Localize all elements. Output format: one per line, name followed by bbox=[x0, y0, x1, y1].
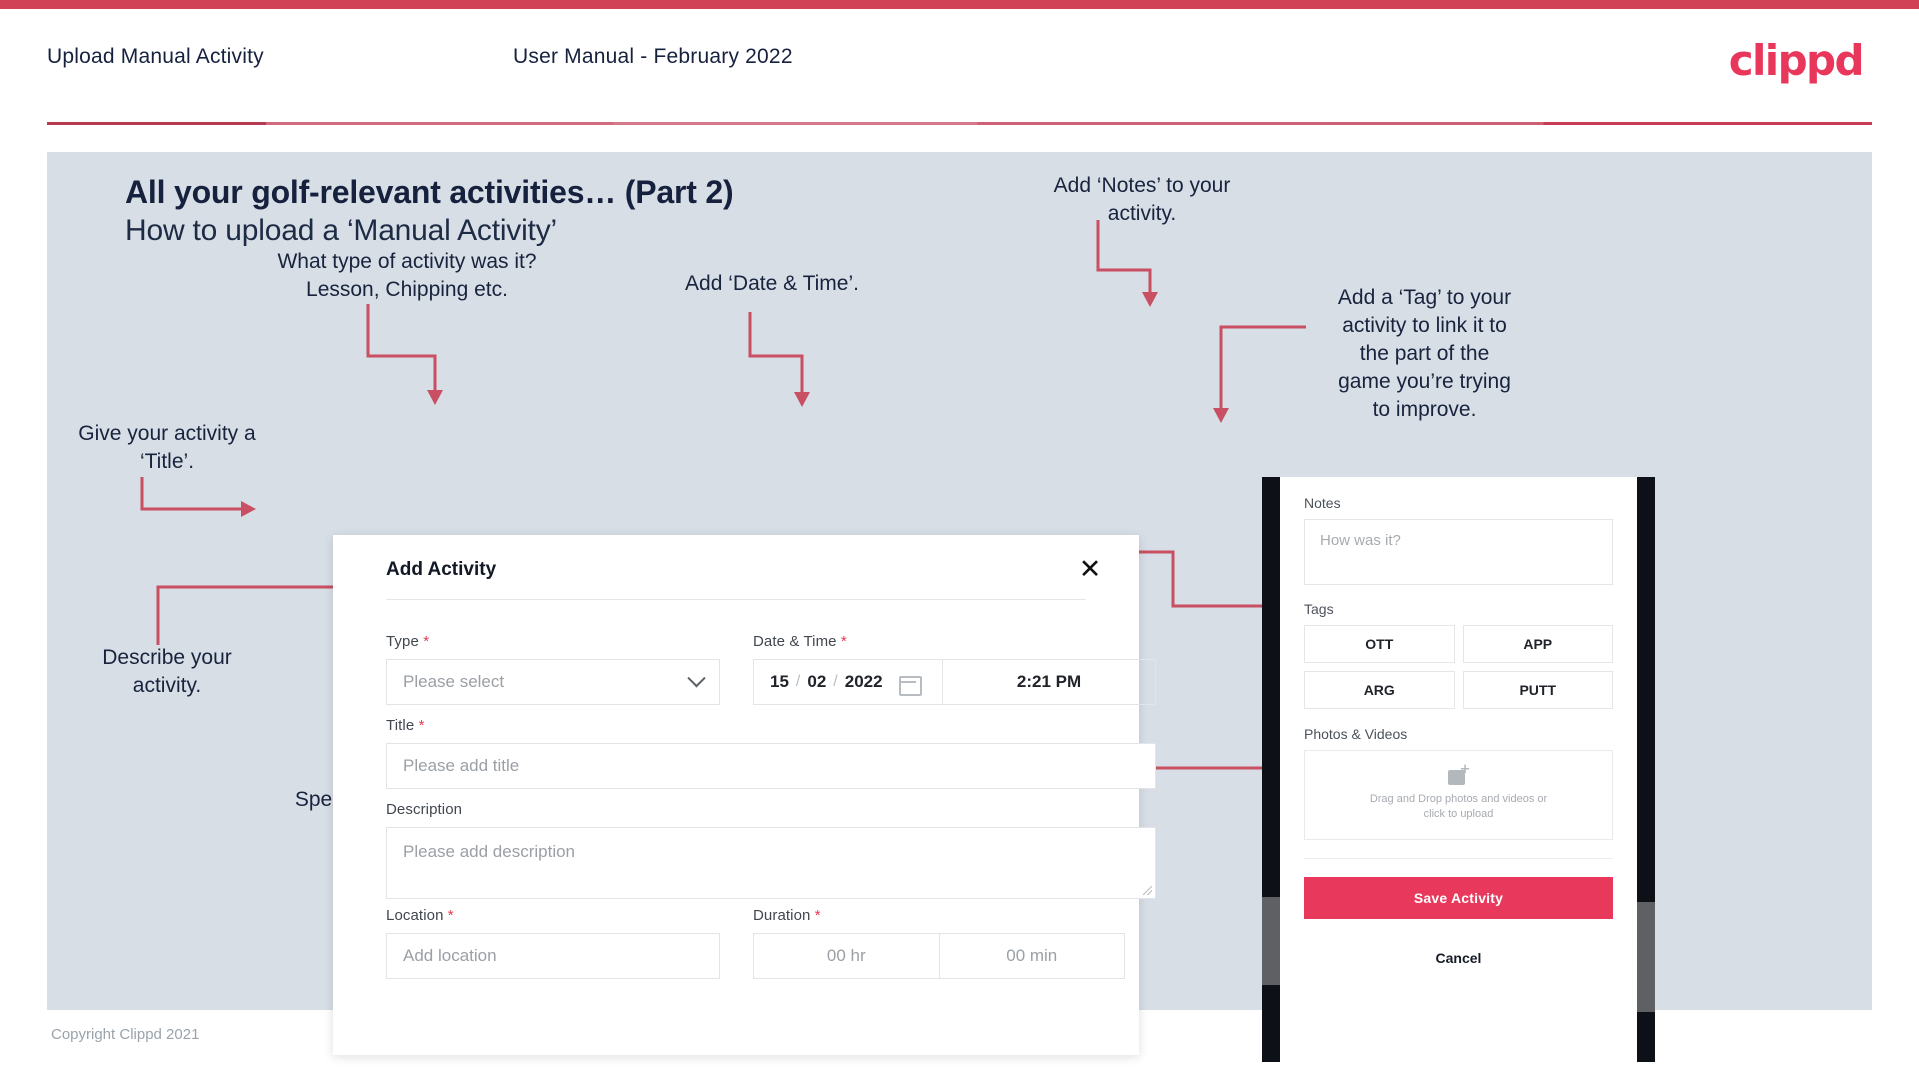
annotation-datetime: Add ‘Date & Time’. bbox=[685, 272, 859, 295]
phone-screen: Notes How was it? Tags OTT APP ARG PUTT … bbox=[1280, 477, 1637, 1062]
dialog-divider bbox=[386, 599, 1086, 600]
field-location: Location * Add location bbox=[386, 907, 720, 979]
arrow-description bbox=[155, 552, 355, 648]
header-title: Upload Manual Activity bbox=[47, 45, 264, 68]
field-datetime-label: Date & Time * bbox=[753, 633, 1156, 650]
calendar-icon[interactable] bbox=[898, 673, 922, 696]
phone-photos-label: Photos & Videos bbox=[1304, 726, 1408, 742]
phone-notes-placeholder: How was it? bbox=[1320, 532, 1401, 549]
field-location-required: * bbox=[447, 907, 454, 924]
arrow-datetime bbox=[747, 312, 817, 410]
location-input-placeholder: Add location bbox=[403, 946, 497, 965]
field-description: Description Please add description bbox=[386, 801, 1156, 899]
top-accent-bar bbox=[0, 0, 1919, 9]
field-title: Title * Please add title bbox=[386, 717, 1156, 789]
date-month: 02 bbox=[807, 672, 827, 691]
slide-page: Upload Manual Activity User Manual - Feb… bbox=[0, 0, 1919, 1079]
field-location-label-text: Location bbox=[386, 907, 444, 924]
phone-divider bbox=[1304, 858, 1613, 859]
annotation-description: Describe your activity. bbox=[102, 646, 232, 697]
annotation-title: Give your activity a ‘Title’. bbox=[78, 422, 256, 473]
field-title-label: Title * bbox=[386, 717, 1156, 734]
phone-bezel-right bbox=[1637, 477, 1655, 1062]
field-datetime: Date & Time * 15 / 02 / 2022 2:21 PM bbox=[753, 633, 1156, 705]
header-divider bbox=[47, 122, 1872, 125]
phone-tags-label: Tags bbox=[1304, 601, 1334, 617]
slide-canvas: All your golf-relevant activities… (Part… bbox=[47, 152, 1872, 1062]
description-placeholder: Please add description bbox=[403, 842, 576, 861]
description-textarea[interactable]: Please add description bbox=[386, 827, 1156, 899]
phone-tags-grid: OTT APP ARG PUTT bbox=[1304, 625, 1613, 709]
field-description-label: Description bbox=[386, 801, 463, 818]
close-icon[interactable]: ✕ bbox=[1073, 552, 1107, 586]
phone-button-right bbox=[1637, 902, 1655, 1012]
field-title-required: * bbox=[418, 717, 425, 734]
duration-hours[interactable]: 00 hr bbox=[754, 934, 939, 978]
clippd-logo: clippd bbox=[1728, 36, 1865, 85]
date-sep-1: / bbox=[795, 673, 801, 690]
arrow-notes bbox=[1095, 220, 1167, 310]
field-datetime-label-text: Date & Time bbox=[753, 633, 837, 650]
field-duration-label-text: Duration bbox=[753, 907, 811, 924]
add-activity-dialog: Add Activity ✕ Type * Please select Date… bbox=[333, 535, 1156, 1055]
header-subtitle: User Manual - February 2022 bbox=[513, 45, 793, 68]
datetime-input-group: 15 / 02 / 2022 2:21 PM bbox=[753, 659, 1156, 705]
slide-title-primary: All your golf-relevant activities… (Part… bbox=[125, 174, 734, 210]
date-year: 2022 bbox=[844, 672, 883, 691]
tag-putt[interactable]: PUTT bbox=[1462, 671, 1613, 709]
time-input[interactable]: 2:21 PM bbox=[942, 660, 1155, 704]
dialog-title: Add Activity bbox=[386, 559, 497, 580]
field-type-required: * bbox=[423, 633, 430, 650]
duration-input-group: 00 hr 00 min bbox=[753, 933, 1125, 979]
location-input[interactable]: Add location bbox=[386, 933, 720, 979]
field-duration: Duration * 00 hr 00 min bbox=[753, 907, 1125, 979]
title-input[interactable]: Please add title bbox=[386, 743, 1156, 789]
save-activity-button[interactable]: Save Activity bbox=[1304, 877, 1613, 919]
arrow-title bbox=[139, 477, 259, 525]
field-duration-label: Duration * bbox=[753, 907, 1125, 924]
dialog-header: Add Activity ✕ bbox=[333, 535, 1139, 599]
phone-bezel-left bbox=[1262, 477, 1280, 1062]
phone-dropzone-text: Drag and Drop photos and videos or click… bbox=[1369, 793, 1548, 820]
slide-title-secondary: How to upload a ‘Manual Activity’ bbox=[125, 214, 557, 247]
field-type-label-text: Type bbox=[386, 633, 419, 650]
cancel-button[interactable]: Cancel bbox=[1304, 941, 1613, 975]
tag-arg[interactable]: ARG bbox=[1304, 671, 1455, 709]
date-input[interactable]: 15 / 02 / 2022 bbox=[754, 660, 942, 704]
add-image-icon bbox=[1447, 763, 1471, 786]
arrow-type bbox=[365, 304, 460, 409]
arrow-tags bbox=[1173, 322, 1309, 432]
phone-dropzone[interactable]: Drag and Drop photos and videos or click… bbox=[1304, 750, 1613, 840]
title-input-placeholder: Please add title bbox=[403, 756, 520, 775]
type-select[interactable]: Please select bbox=[386, 659, 720, 705]
date-day: 15 bbox=[770, 672, 789, 691]
phone-mockup: Notes How was it? Tags OTT APP ARG PUTT … bbox=[1262, 477, 1655, 1062]
phone-button-left bbox=[1262, 897, 1280, 985]
phone-notes-input[interactable]: How was it? bbox=[1304, 519, 1613, 585]
phone-notes-label: Notes bbox=[1304, 495, 1341, 511]
tag-ott[interactable]: OTT bbox=[1304, 625, 1455, 663]
field-type-label: Type * bbox=[386, 633, 720, 650]
tag-app[interactable]: APP bbox=[1462, 625, 1613, 663]
chevron-down-icon bbox=[687, 668, 706, 687]
field-duration-required: * bbox=[814, 907, 821, 924]
type-select-placeholder: Please select bbox=[403, 672, 505, 691]
annotation-tags: Add a ‘Tag’ to your activity to link it … bbox=[1337, 286, 1512, 421]
field-title-label-text: Title bbox=[386, 717, 415, 734]
date-sep-2: / bbox=[833, 673, 838, 690]
field-type: Type * Please select bbox=[386, 633, 720, 705]
field-location-label: Location * bbox=[386, 907, 720, 924]
annotation-type: What type of activity was it? Lesson, Ch… bbox=[277, 250, 537, 301]
duration-minutes[interactable]: 00 min bbox=[938, 934, 1125, 978]
copyright-text: Copyright Clippd 2021 bbox=[51, 1026, 200, 1043]
field-datetime-required: * bbox=[840, 633, 847, 650]
